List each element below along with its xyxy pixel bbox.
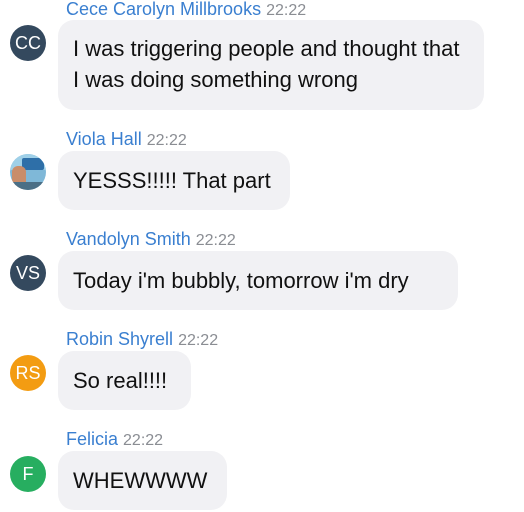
message-header: Cece Carolyn Millbrooks 22:22 bbox=[66, 0, 306, 22]
chat-message-list: Cece Carolyn Millbrooks 22:22 CC I was tr… bbox=[0, 0, 524, 512]
message-bubble[interactable]: YESSS!!!!! That part bbox=[58, 151, 290, 210]
message-text: So real!!!! bbox=[73, 368, 168, 393]
message-time: 22:22 bbox=[123, 432, 164, 449]
sender-name[interactable]: Felicia bbox=[66, 429, 118, 449]
message-bubble[interactable]: I was triggering people and thought that… bbox=[58, 20, 484, 110]
avatar[interactable]: RS bbox=[10, 355, 46, 391]
message-header: Viola Hall 22:22 bbox=[66, 128, 187, 152]
sender-name[interactable]: Vandolyn Smith bbox=[66, 229, 191, 249]
message-text: Today i'm bubbly, tomorrow i'm dry bbox=[73, 268, 409, 293]
message-time: 22:22 bbox=[146, 132, 187, 149]
avatar-initials: CC bbox=[15, 33, 41, 53]
message-bubble[interactable]: WHEWWWW bbox=[58, 451, 227, 510]
avatar-initials: RS bbox=[15, 363, 41, 383]
message-time: 22:22 bbox=[266, 2, 307, 19]
message-header: Robin Shyrell 22:22 bbox=[66, 328, 218, 352]
avatar-photo[interactable] bbox=[10, 154, 46, 190]
message-bubble[interactable]: So real!!!! bbox=[58, 351, 191, 410]
message-text: YESSS!!!!! That part bbox=[73, 168, 271, 193]
message-text: WHEWWWW bbox=[73, 468, 208, 493]
sender-name[interactable]: Cece Carolyn Millbrooks bbox=[66, 0, 261, 19]
avatar[interactable]: F bbox=[10, 456, 46, 492]
sender-name[interactable]: Robin Shyrell bbox=[66, 329, 173, 349]
avatar-initials: VS bbox=[15, 263, 40, 283]
message-header: Felicia 22:22 bbox=[66, 428, 163, 452]
message-text: I was triggering people and thought that… bbox=[73, 36, 460, 92]
message-bubble[interactable]: Today i'm bubbly, tomorrow i'm dry bbox=[58, 251, 458, 310]
message-time: 22:22 bbox=[178, 332, 219, 349]
avatar-initials: F bbox=[22, 464, 34, 484]
message-time: 22:22 bbox=[195, 232, 236, 249]
avatar[interactable]: VS bbox=[10, 255, 46, 291]
avatar-photo-ground bbox=[10, 182, 46, 190]
message-header: Vandolyn Smith 22:22 bbox=[66, 228, 236, 252]
sender-name[interactable]: Viola Hall bbox=[66, 129, 142, 149]
avatar[interactable]: CC bbox=[10, 25, 46, 61]
